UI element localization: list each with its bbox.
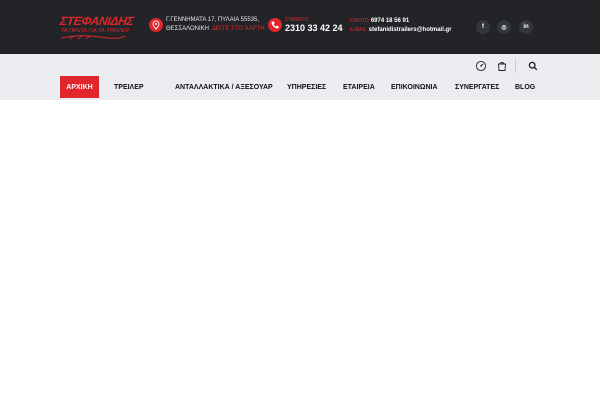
email-label: E-MAIL <box>350 27 367 33</box>
navigation-bar: ΑΡΧΙΚΗ ΤΡΕΙΛΕΡ ΑΝΤΑΛΛΑΚΤΙΚΑ / ΑΞΕΣΟΥΑΡ Υ… <box>0 54 600 100</box>
shopping-bag-icon[interactable] <box>496 60 508 72</box>
logo-text: ΣΤΕΦΑΝΙΔΗΣ <box>59 14 135 28</box>
mobile-row: ΚΙΝΗΤΟ 6974 18 56 91 <box>350 18 409 24</box>
location-pin-icon <box>149 18 163 32</box>
phone-icon <box>268 18 282 32</box>
address-block: Γ.ΓΕΝΝΗΜΑΤΑ 17, ΠΥΛΑΙΑ 55535, ΘΕΣΣΑΛΟΝΙΚ… <box>149 17 265 37</box>
menu-item-company[interactable]: ΕΤΑΙΡΕΙΑ <box>343 76 391 98</box>
menu-item-partners[interactable]: ΣΥΝΕΡΓΑΤΕΣ <box>455 76 515 98</box>
phone-block: ΣΤΑΘΕΡΟ 2310 33 42 24 <box>268 17 343 37</box>
email-row: E-MAIL stefanidistrailers@hotmail.gr <box>350 27 452 33</box>
mobile-label: ΚΙΝΗΤΟ <box>350 18 369 24</box>
menu-item-parts-accessories[interactable]: ΑΝΤΑΛΛΑΚΤΙΚΑ / ΑΞΕΣΟΥΑΡ <box>175 76 287 98</box>
phone-number[interactable]: 2310 33 42 24 <box>285 23 343 33</box>
menu-item-home[interactable]: ΑΡΧΙΚΗ <box>60 76 99 98</box>
menu-item-blog[interactable]: BLOG <box>515 76 537 98</box>
page-content-area <box>0 100 600 400</box>
top-header-bar: ΣΤΕΦΑΝΙΔΗΣ ΤΑ ΠΑΝΤΑ ΓΙΑ ΤΑ ΤΡΕΙΛΕΡ Γ.ΓΕΝ… <box>0 0 600 54</box>
instagram-icon[interactable]: ◎ <box>497 20 511 34</box>
search-icon[interactable] <box>527 60 539 72</box>
main-menu: ΑΡΧΙΚΗ ΤΡΕΙΛΕΡ ΑΝΤΑΛΛΑΚΤΙΚΑ / ΑΞΕΣΟΥΑΡ Υ… <box>60 76 537 98</box>
address-line-1: Γ.ΓΕΝΝΗΜΑΤΑ 17, ΠΥΛΑΙΑ 55535, <box>166 17 259 23</box>
site-logo[interactable]: ΣΤΕΦΑΝΙΔΗΣ ΤΑ ΠΑΝΤΑ ΓΙΑ ΤΑ ΤΡΕΙΛΕΡ <box>59 14 134 40</box>
logo-swoosh-icon <box>60 35 126 40</box>
nav-divider <box>515 59 516 73</box>
address-city: ΘΕΣΣΑΛΟΝΙΚΗ <box>166 26 209 32</box>
compare-gauge-icon[interactable] <box>475 60 487 72</box>
menu-item-services[interactable]: ΥΠΗΡΕΣΙΕΣ <box>287 76 343 98</box>
address-line-2: ΘΕΣΣΑΛΟΝΙΚΗ ΔΕΙΤΕ ΣΤΟ ΧΑΡΤΗ <box>166 26 265 32</box>
menu-item-contact[interactable]: ΕΠΙΚΟΙΝΩΝΙΑ <box>391 76 455 98</box>
menu-item-trailers[interactable]: ΤΡΕΙΛΕΡ <box>99 76 175 98</box>
mobile-email-block: ΚΙΝΗΤΟ 6974 18 56 91 E-MAIL stefanidistrai… <box>350 17 470 37</box>
map-link[interactable]: ΔΕΙΤΕ ΣΤΟ ΧΑΡΤΗ <box>212 26 265 32</box>
linkedin-icon[interactable]: in <box>519 20 533 34</box>
email-address[interactable]: stefanidistrailers@hotmail.gr <box>369 27 452 33</box>
facebook-icon[interactable]: f <box>476 20 490 34</box>
mobile-number[interactable]: 6974 18 56 91 <box>371 18 409 24</box>
